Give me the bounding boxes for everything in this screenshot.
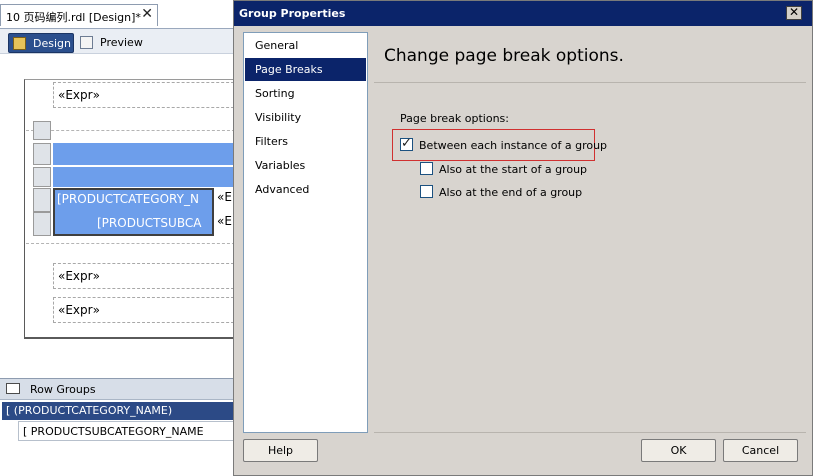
design-icon <box>13 37 26 50</box>
tablix-header-row[interactable] <box>53 143 243 165</box>
tablix-corner-handle[interactable] <box>33 121 51 140</box>
nav-item-label: Filters <box>255 135 288 148</box>
content-bottom-divider <box>374 432 806 433</box>
expr-stub-1[interactable]: «E <box>217 190 232 204</box>
heading-divider <box>374 82 806 83</box>
row-handle-2[interactable] <box>33 167 51 187</box>
start-of-group-label[interactable]: Also at the start of a group <box>439 163 587 176</box>
body-divider <box>26 243 240 244</box>
nav-item-label: Page Breaks <box>255 63 323 76</box>
category-field: [PRODUCTCATEGORY_N <box>57 192 199 206</box>
expr-middle-text: «Expr» <box>58 269 100 283</box>
subcategory-field: [PRODUCTSUBCA <box>97 216 202 230</box>
close-tab-icon[interactable]: ✕ <box>141 6 153 22</box>
row-handle-4[interactable] <box>33 212 51 236</box>
end-of-group-label[interactable]: Also at the end of a group <box>439 186 582 199</box>
header-divider <box>26 130 240 131</box>
end-of-group-checkbox[interactable] <box>420 185 433 198</box>
expr-textbox-top[interactable]: «Expr» <box>53 82 239 108</box>
ok-button[interactable]: OK <box>641 439 716 462</box>
between-instances-checkbox[interactable] <box>400 136 413 151</box>
preview-tab-button[interactable]: Preview <box>80 33 150 53</box>
dialog-close-icon[interactable]: ✕ <box>786 6 802 20</box>
expr-bottom-text: «Expr» <box>58 303 100 317</box>
tablix-header-row-2[interactable] <box>53 167 243 187</box>
between-instances-label[interactable]: Between each instance of a group <box>419 139 607 152</box>
dialog-title: Group Properties <box>239 7 346 20</box>
page-break-options-label: Page break options: <box>400 112 509 125</box>
nav-item-variables[interactable]: Variables <box>245 154 366 177</box>
page-breaks-panel: Change page break options. Page break op… <box>374 32 806 433</box>
nav-item-label: Advanced <box>255 183 310 196</box>
row-groups-title: Row Groups <box>30 383 96 396</box>
nav-item-label: Variables <box>255 159 306 172</box>
report-body[interactable]: «Expr» [PRODUCTCATEGORY_N [PRODUCTSUBCA … <box>24 79 243 339</box>
nav-item-page-breaks[interactable]: Page Breaks <box>245 58 366 81</box>
expr-stub-2[interactable]: «E <box>217 214 232 228</box>
row-groups-header: Row Groups <box>0 379 240 400</box>
page-heading: Change page break options. <box>384 46 624 66</box>
start-of-group-checkbox[interactable] <box>420 162 433 175</box>
nav-item-label: Visibility <box>255 111 302 124</box>
nav-item-general[interactable]: General <box>245 34 366 57</box>
expr-textbox-bottom[interactable]: «Expr» <box>53 297 239 323</box>
dialog-title-bar[interactable]: Group Properties ✕ <box>234 1 812 26</box>
nav-item-label: Sorting <box>255 87 295 100</box>
preview-tab-label: Preview <box>100 36 143 49</box>
group-properties-dialog: Group Properties ✕ General Page Breaks S… <box>233 0 813 476</box>
document-tab[interactable]: 10 页码编列.rdl [Design]* ✕ <box>0 4 158 26</box>
row-handle-1[interactable] <box>33 143 51 165</box>
row-group-subcategory-label: [ PRODUCTSUBCATEGORY_NAME <box>23 425 204 438</box>
expr-top-text: «Expr» <box>58 88 100 102</box>
nav-item-visibility[interactable]: Visibility <box>245 106 366 129</box>
design-tab-button[interactable]: Design <box>8 33 74 53</box>
nav-item-sorting[interactable]: Sorting <box>245 82 366 105</box>
tablix-group-cells[interactable]: [PRODUCTCATEGORY_N [PRODUCTSUBCA <box>53 188 214 236</box>
nav-item-label: General <box>255 39 299 52</box>
preview-icon <box>80 36 93 49</box>
help-button[interactable]: Help <box>243 439 318 462</box>
row-groups-icon <box>6 383 20 394</box>
document-tab-title: 10 页码编列.rdl [Design]* <box>6 11 141 24</box>
row-group-category-label: [ (PRODUCTCATEGORY_NAME) <box>6 404 173 417</box>
dialog-nav-list: General Page Breaks Sorting Visibility F… <box>243 32 368 433</box>
view-tab-strip: Design Preview <box>0 28 240 54</box>
report-designer: 10 页码编列.rdl [Design]* ✕ Design Preview «… <box>0 0 243 476</box>
row-group-category[interactable]: [ (PRODUCTCATEGORY_NAME) <box>2 402 240 420</box>
row-handle-3[interactable] <box>33 188 51 212</box>
nav-item-advanced[interactable]: Advanced <box>245 178 366 201</box>
design-tab-label: Design <box>33 37 71 50</box>
row-groups-pane: Row Groups [ (PRODUCTCATEGORY_NAME) [ PR… <box>0 378 240 476</box>
cancel-button[interactable]: Cancel <box>723 439 798 462</box>
expr-textbox-middle[interactable]: «Expr» <box>53 263 239 289</box>
design-canvas[interactable]: «Expr» [PRODUCTCATEGORY_N [PRODUCTSUBCA … <box>0 55 243 373</box>
row-group-subcategory[interactable]: [ PRODUCTSUBCATEGORY_NAME <box>18 421 240 441</box>
nav-item-filters[interactable]: Filters <box>245 130 366 153</box>
